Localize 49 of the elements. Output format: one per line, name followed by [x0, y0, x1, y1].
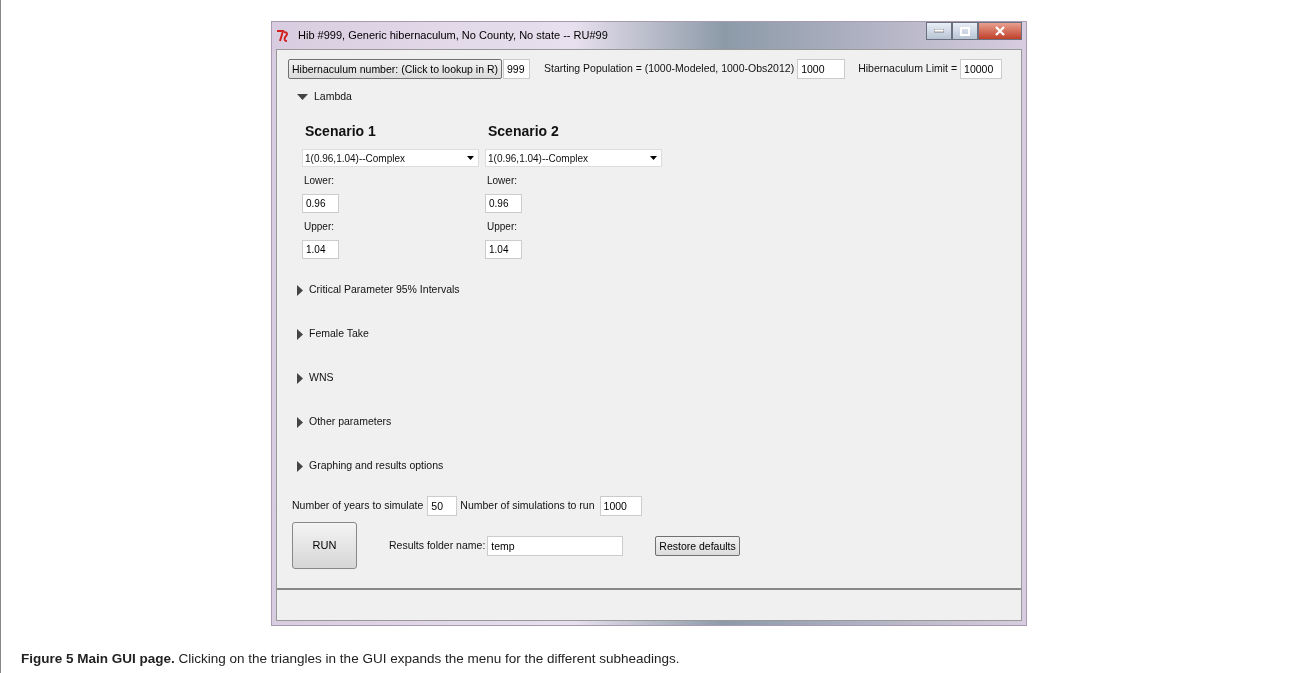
- lower-field[interactable]: 0.96: [302, 194, 339, 213]
- upper-label: Upper:: [487, 220, 518, 234]
- minimize-button[interactable]: [926, 22, 952, 40]
- maximize-button[interactable]: [952, 22, 978, 40]
- figure-caption: Figure 5 Main GUI page. Clicking on the triangles in the GUI expands the menu for the different subheadings.: [21, 650, 680, 668]
- section-label: Female Take: [309, 326, 369, 342]
- section-label: Graphing and results options: [309, 458, 444, 474]
- close-icon: [995, 26, 1005, 36]
- population-label: Starting Population = (1000-Modeled, 1000-Obs2012): [544, 61, 795, 77]
- scenario-dropdown[interactable]: 1(0.96,1.04)--Complex: [485, 149, 662, 167]
- lower-label: Lower:: [487, 174, 518, 188]
- caret-icon: [467, 156, 474, 160]
- scenario-heading: Scenario 1: [304, 122, 377, 141]
- years-field[interactable]: 50: [427, 496, 458, 516]
- section-label: WNS: [309, 370, 334, 386]
- expand-triangle-icon[interactable]: [297, 284, 303, 296]
- window-title: Hib #999, Generic hibernaculum, No County, No state -- RU#99: [298, 28, 608, 44]
- section-label: Lambda: [314, 89, 352, 105]
- close-button[interactable]: [978, 22, 1022, 40]
- simulations-label: Number of simulations to run: [460, 498, 595, 514]
- upper-field[interactable]: 1.04: [485, 240, 522, 259]
- expand-triangle-icon[interactable]: [297, 416, 303, 428]
- number-field[interactable]: 999: [503, 59, 530, 79]
- caret-icon: [650, 156, 657, 160]
- limit-field[interactable]: 10000: [960, 59, 1003, 79]
- minimize-icon: [934, 29, 944, 33]
- upper-label: Upper:: [304, 220, 335, 234]
- upper-field[interactable]: 1.04: [302, 240, 339, 259]
- lower-label: Lower:: [304, 174, 335, 188]
- run-button[interactable]: RUN: [292, 522, 357, 569]
- app-icon: [276, 29, 290, 42]
- collapse-triangle-icon[interactable]: [297, 94, 308, 100]
- section-label: Other parameters: [309, 414, 392, 430]
- expand-triangle-icon[interactable]: [297, 460, 303, 472]
- lookup-button[interactable]: Hibernaculum number: (Click to lookup in R): [288, 59, 502, 79]
- population-field[interactable]: 1000: [797, 59, 846, 79]
- maximize-icon: [960, 26, 970, 36]
- lower-field[interactable]: 0.96: [485, 194, 522, 213]
- section-label: Critical Parameter 95% Intervals: [309, 282, 460, 298]
- scenario-dropdown[interactable]: 1(0.96,1.04)--Complex: [302, 149, 479, 167]
- folder-field[interactable]: temp: [487, 535, 624, 556]
- scenario-heading: Scenario 2: [487, 122, 560, 141]
- expand-triangle-icon[interactable]: [297, 328, 303, 340]
- simulations-field[interactable]: 1000: [599, 496, 642, 516]
- expand-triangle-icon[interactable]: [297, 372, 303, 384]
- restore-defaults-button[interactable]: Restore defaults: [655, 535, 740, 556]
- years-label: Number of years to simulate: [292, 498, 424, 514]
- limit-label: Hibernaculum Limit =: [858, 61, 958, 77]
- folder-label: Results folder name:: [389, 537, 486, 553]
